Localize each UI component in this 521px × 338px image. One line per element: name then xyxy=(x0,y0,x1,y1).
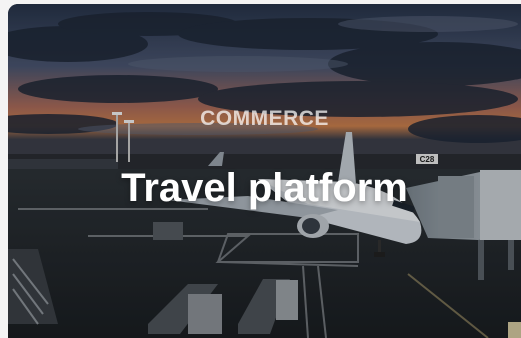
project-card[interactable]: C28 COMMERCE Travel platform xyxy=(8,4,521,338)
card-title: Travel platform xyxy=(121,166,408,210)
card-category-label: COMMERCE xyxy=(200,107,329,130)
